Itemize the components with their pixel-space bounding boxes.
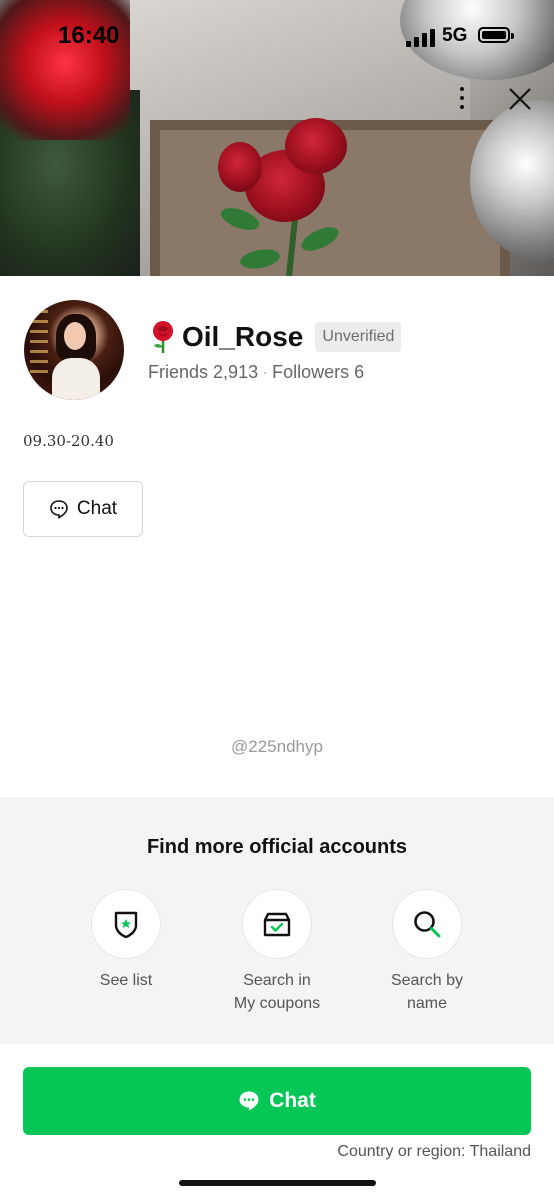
chat-button-label: Chat	[76, 498, 118, 519]
search-coupons-label-line2: My coupons	[233, 995, 321, 1012]
profile-name: Oil_Rose	[182, 321, 304, 352]
verification-badge: Unverified	[315, 322, 402, 352]
more-options-button[interactable]	[448, 84, 476, 112]
close-button[interactable]	[505, 84, 535, 114]
chat-bubble-icon	[239, 1091, 259, 1111]
cover-rose	[218, 142, 262, 192]
country-region-text: Country or region: Thailand	[337, 1143, 531, 1160]
see-list-option[interactable]: See list	[66, 889, 186, 992]
primary-chat-button[interactable]: Chat	[23, 1067, 531, 1135]
home-indicator[interactable]	[179, 1180, 376, 1186]
search-coupons-label-line1: Search in	[243, 972, 311, 989]
search-by-name-option[interactable]: Search by name	[367, 889, 487, 1015]
find-more-title: Find more official accounts	[146, 836, 408, 858]
close-icon	[509, 88, 531, 110]
search-coupons-option[interactable]: Search in My coupons	[217, 889, 337, 1015]
status-bar: 16:40 5G	[0, 0, 554, 70]
friends-label: Friends	[148, 362, 209, 382]
profile-name-row: Oil_Rose Unverified	[148, 320, 402, 354]
avatar[interactable]	[24, 300, 124, 400]
account-handle: @225ndhyp	[231, 737, 323, 756]
network-type: 5G	[442, 25, 468, 46]
chat-button[interactable]: Chat	[23, 481, 143, 537]
see-list-label: See list	[99, 972, 153, 989]
signal-icon	[406, 29, 435, 47]
followers-count: 6	[354, 362, 365, 382]
primary-chat-label: Chat	[269, 1089, 316, 1112]
profile-stats: Friends 2,913 · Followers 6	[148, 362, 365, 382]
find-more-section: Find more official accounts See list Sea…	[0, 797, 554, 1044]
rose-icon	[148, 320, 178, 354]
shield-star-icon	[114, 911, 138, 939]
more-icon	[460, 87, 464, 91]
coupon-box-icon	[263, 912, 291, 937]
search-by-name-label-line2: name	[406, 995, 448, 1012]
search-icon	[414, 911, 441, 938]
status-message: 09.30-20.40	[23, 432, 114, 450]
followers-label: Followers	[272, 362, 350, 382]
chat-bubble-icon	[50, 500, 68, 519]
search-by-name-label-line1: Search by	[390, 972, 464, 989]
status-time: 16:40	[58, 22, 120, 49]
battery-icon	[478, 27, 514, 43]
cover-rose	[285, 118, 347, 174]
friends-count: 2,913	[213, 362, 259, 382]
